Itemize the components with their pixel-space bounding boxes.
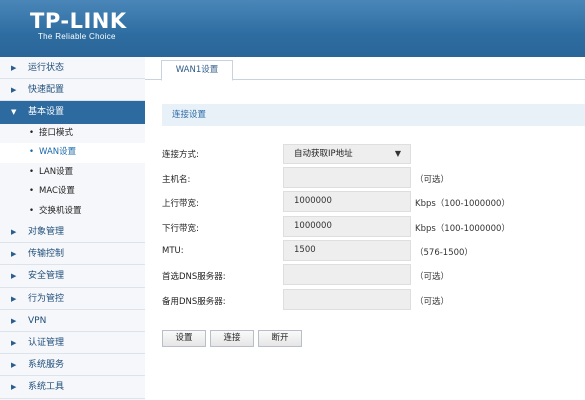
sidebar-subitem-mac-settings[interactable]: • MAC设置 — [0, 182, 145, 202]
sidebar-subitem-label: MAC设置 — [39, 186, 75, 197]
hostname-field[interactable] — [283, 167, 411, 188]
sidebar-subitem-label: WAN设置 — [39, 147, 77, 158]
bullet-icon: • — [29, 127, 35, 138]
upload-bandwidth-label: 上行带宽: — [162, 199, 199, 209]
connection-type-select[interactable]: 自动获取IP地址 ▼ — [283, 144, 411, 164]
hostname-label: 主机名: — [162, 175, 191, 185]
sidebar-item-label: 快速配置 — [28, 85, 65, 96]
sidebar-menu: ▶ 运行状态 ▶ 快速配置 ▼ 基本设置 • 接口模式 • WAN设置 • LA… — [0, 57, 145, 400]
bullet-icon: • — [29, 205, 35, 216]
sidebar-item-label: 认证管理 — [28, 338, 65, 348]
sidebar-item-label: 安全管理 — [28, 271, 65, 282]
mtu-label: MTU: — [162, 246, 184, 256]
upload-bandwidth-field[interactable]: 1000000 — [283, 191, 411, 212]
sidebar-item-label: 系统服务 — [28, 360, 65, 371]
sidebar-subitem-interface-mode[interactable]: • 接口模式 — [0, 123, 145, 144]
bullet-icon: • — [29, 186, 35, 197]
settings-button[interactable]: 设置 — [162, 330, 206, 347]
tab-wan1-settings[interactable]: WAN1设置 — [161, 60, 233, 81]
secondary-dns-field[interactable] — [283, 289, 411, 310]
sidebar-item-label: 基本设置 — [28, 107, 65, 118]
sidebar-item-transmission-control[interactable]: ▶ 传输控制 — [0, 243, 145, 266]
secondary-dns-label: 备用DNS服务器: — [162, 297, 226, 307]
header-banner: TP-LINK The Reliable Choice — [0, 0, 585, 57]
sidebar-item-label: 系统工具 — [28, 382, 65, 393]
sidebar-item-auth-management[interactable]: ▶ 认证管理 — [0, 332, 145, 355]
primary-dns-hint: （可选） — [415, 272, 450, 282]
disconnect-button[interactable]: 断开 — [258, 330, 302, 347]
arrow-right-icon: ▶ — [11, 250, 17, 259]
tab-bar: WAN1设置 — [145, 57, 585, 81]
arrow-right-icon: ▶ — [11, 339, 17, 347]
mtu-hint: （576-1500） — [415, 248, 473, 258]
arrow-right-icon: ▶ — [11, 294, 17, 303]
sidebar-item-security[interactable]: ▶ 安全管理 — [0, 265, 145, 288]
arrow-right-icon: ▶ — [11, 86, 17, 95]
main-content: WAN1设置 连接设置 连接方式: 自动获取IP地址 ▼ 主机名: （可选） 上… — [145, 57, 585, 400]
download-bandwidth-label: 下行带宽: — [162, 224, 199, 234]
arrow-right-icon: ▶ — [11, 316, 17, 325]
secondary-dns-hint: （可选） — [415, 297, 450, 307]
sidebar-item-label: 行为管控 — [28, 293, 65, 304]
mtu-field[interactable]: 1500 — [283, 240, 411, 261]
arrow-right-icon: ▶ — [11, 383, 17, 392]
chevron-down-icon: ▼ — [394, 149, 401, 158]
sidebar-item-label: 对象管理 — [28, 227, 65, 238]
sidebar-item-quick-setup[interactable]: ▶ 快速配置 — [0, 79, 145, 102]
bullet-icon: • — [29, 166, 35, 177]
arrow-right-icon: ▶ — [11, 361, 17, 370]
sidebar-subitem-wan-settings[interactable]: • WAN设置 — [0, 143, 145, 163]
bullet-icon: • — [29, 147, 35, 158]
download-bandwidth-field[interactable]: 1000000 — [283, 216, 411, 237]
sidebar-item-behavior-control[interactable]: ▶ 行为管控 — [0, 287, 145, 310]
sidebar-item-system-tools[interactable]: ▶ 系统工具 — [0, 376, 145, 399]
sidebar-subitem-label: LAN设置 — [39, 166, 74, 177]
sidebar-subitem-switch-settings[interactable]: • 交换机设置 — [0, 201, 145, 222]
primary-dns-label: 首选DNS服务器: — [162, 272, 226, 282]
primary-dns-field[interactable] — [283, 264, 411, 285]
sidebar-subitem-label: 接口模式 — [39, 127, 74, 138]
hostname-hint: （可选） — [415, 175, 450, 185]
upload-bandwidth-hint: Kbps（100-1000000） — [415, 199, 510, 209]
arrow-right-icon: ▶ — [11, 272, 17, 281]
connection-type-value: 自动获取IP地址 — [294, 149, 353, 159]
sidebar-item-object-management[interactable]: ▶ 对象管理 — [0, 221, 145, 244]
sidebar-item-basic-settings[interactable]: ▼ 基本设置 — [0, 101, 145, 124]
sidebar-subitem-label: 交换机设置 — [39, 205, 82, 216]
connection-type-label: 连接方式: — [162, 150, 199, 160]
sidebar-item-label: VPN — [28, 315, 47, 326]
logo-tagline: The Reliable Choice — [38, 32, 116, 41]
sidebar-item-system-services[interactable]: ▶ 系统服务 — [0, 354, 145, 377]
section-title: 连接设置 — [162, 104, 585, 126]
connect-button[interactable]: 连接 — [210, 330, 254, 347]
sidebar-item-vpn[interactable]: ▶ VPN — [0, 309, 145, 332]
sidebar-item-label: 传输控制 — [28, 249, 65, 260]
tp-link-logo: TP-LINK The Reliable Choice — [30, 10, 127, 42]
arrow-right-icon: ▶ — [11, 228, 17, 237]
logo-wordmark: TP-LINK — [30, 9, 127, 33]
sidebar-item-label: 运行状态 — [28, 63, 65, 73]
sidebar-item-status[interactable]: ▶ 运行状态 — [0, 57, 145, 80]
arrow-down-icon: ▼ — [11, 108, 17, 117]
download-bandwidth-hint: Kbps（100-1000000） — [415, 224, 510, 234]
arrow-right-icon: ▶ — [11, 64, 17, 72]
sidebar-subitem-lan-settings[interactable]: • LAN设置 — [0, 162, 145, 183]
